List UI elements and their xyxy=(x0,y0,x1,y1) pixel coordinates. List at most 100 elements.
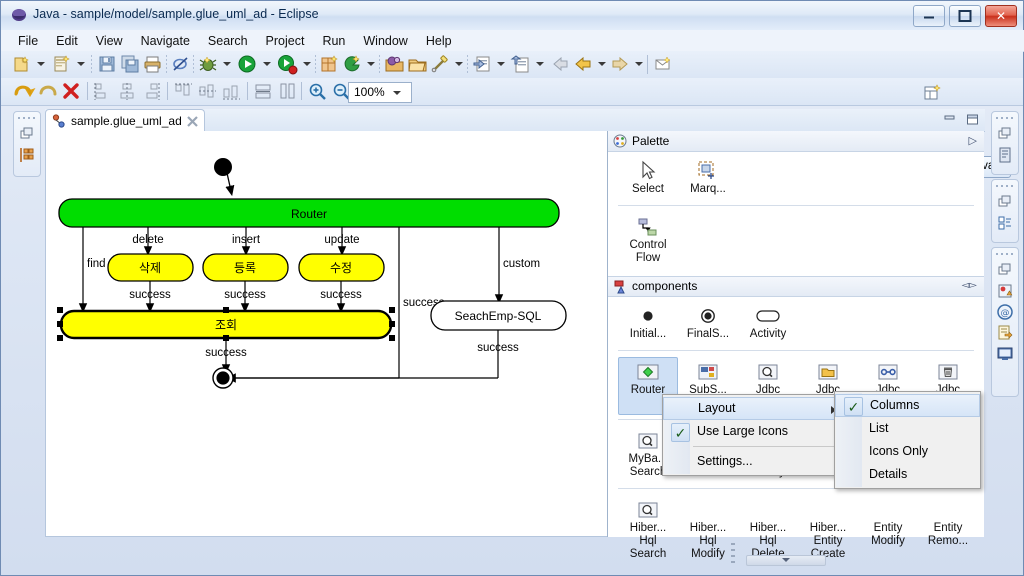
maximize-view-icon[interactable] xyxy=(966,113,979,126)
forward-dropdown[interactable] xyxy=(635,62,643,66)
menu-item-layout[interactable]: Layout xyxy=(663,397,845,420)
problems-view-icon[interactable] xyxy=(996,282,1014,300)
external-tools-dropdown[interactable] xyxy=(367,62,375,66)
palette-arrow-icon[interactable]: ▷ xyxy=(969,134,977,147)
run-icon[interactable] xyxy=(237,54,258,75)
restore-view-icon[interactable] xyxy=(996,193,1014,211)
align-left-icon[interactable] xyxy=(93,81,114,102)
next-annotation-icon[interactable] xyxy=(472,54,493,75)
restore-button[interactable] xyxy=(949,5,981,27)
menu-window[interactable]: Window xyxy=(354,32,416,50)
submenu-item-list[interactable]: List xyxy=(835,417,980,440)
editor-tab-sample-glue-uml-ad[interactable]: sample.glue_uml_ad xyxy=(45,109,205,132)
declaration-view-icon[interactable] xyxy=(996,324,1014,342)
submenu-item-details[interactable]: Details xyxy=(835,463,980,486)
rail-drag-handle-3[interactable] xyxy=(996,250,1014,258)
restore-view-icon[interactable] xyxy=(996,125,1014,143)
debug-icon[interactable] xyxy=(198,54,219,75)
open-perspective-icon[interactable] xyxy=(922,83,943,104)
align-top-icon[interactable] xyxy=(173,81,194,102)
initial-node[interactable] xyxy=(214,158,232,176)
debug-dropdown[interactable] xyxy=(223,62,231,66)
rail-drag-handle[interactable] xyxy=(18,114,36,122)
save-icon[interactable] xyxy=(97,54,118,75)
align-right-icon[interactable] xyxy=(141,81,162,102)
back-active-icon[interactable] xyxy=(573,54,594,75)
save-all-icon[interactable] xyxy=(120,54,141,75)
submenu-item-columns[interactable]: ✓ Columns xyxy=(835,394,980,417)
search-icon[interactable] xyxy=(430,54,451,75)
diagram-canvas[interactable]: Router find delete insert update success… xyxy=(45,131,984,566)
properties-view-icon[interactable] xyxy=(996,214,1014,232)
new-wizard-icon[interactable] xyxy=(11,54,32,75)
match-width-icon[interactable] xyxy=(253,81,274,102)
console-view-icon[interactable] xyxy=(996,345,1014,363)
rail-drag-handle-2[interactable] xyxy=(996,182,1014,190)
palette-item-hibernate-hql-search[interactable]: Hiber... Hql Search xyxy=(618,495,678,566)
new-window-icon[interactable] xyxy=(319,54,340,75)
status-bar-drag-handle[interactable] xyxy=(731,543,735,565)
menu-view[interactable]: View xyxy=(87,32,132,50)
javadoc-view-icon[interactable]: @ xyxy=(996,303,1014,321)
forward-icon[interactable] xyxy=(610,54,631,75)
new-class-dropdown[interactable] xyxy=(77,62,85,66)
palette-item-hibernate-entity-modify[interactable]: Entity Modify xyxy=(858,495,918,566)
zoom-level-combo[interactable]: 100% xyxy=(348,82,412,103)
palette-tool-control-flow[interactable]: Control Flow xyxy=(618,212,678,270)
menu-item-use-large-icons[interactable]: ✓ Use Large Icons xyxy=(663,420,845,443)
new-email-icon[interactable] xyxy=(653,54,674,75)
close-tab-icon[interactable] xyxy=(186,115,198,127)
package-explorer-icon[interactable] xyxy=(18,146,36,164)
coverage-dropdown[interactable] xyxy=(303,62,311,66)
toggle-breakpoint-icon[interactable] xyxy=(171,54,192,75)
close-button[interactable]: ✕ xyxy=(985,5,1017,27)
next-annotation-dropdown[interactable] xyxy=(497,62,505,66)
palette-group-components-header[interactable]: components ◅▻ xyxy=(608,276,984,297)
final-node[interactable] xyxy=(212,367,234,389)
open-resource-icon[interactable] xyxy=(407,54,428,75)
restore-view-icon[interactable] xyxy=(18,125,36,143)
pin-icon[interactable]: ◅▻ xyxy=(962,280,977,291)
previous-annotation-dropdown[interactable] xyxy=(536,62,544,66)
undo-icon[interactable] xyxy=(13,81,36,102)
palette-scroll-down-button[interactable] xyxy=(746,555,826,566)
palette-tool-marquee[interactable]: Marq... xyxy=(678,156,738,201)
external-tools-icon[interactable] xyxy=(342,54,363,75)
minimize-button[interactable] xyxy=(913,5,945,27)
run-coverage-icon[interactable] xyxy=(277,54,298,75)
palette-tool-select[interactable]: Select xyxy=(618,156,678,201)
redo-icon[interactable] xyxy=(37,81,58,102)
palette-item-initial-node[interactable]: Initial... xyxy=(618,301,678,346)
previous-annotation-icon[interactable] xyxy=(510,54,532,75)
search-dropdown[interactable] xyxy=(455,62,463,66)
align-bottom-icon[interactable] xyxy=(221,81,242,102)
run-dropdown[interactable] xyxy=(263,62,271,66)
submenu-item-icons-only[interactable]: Icons Only xyxy=(835,440,980,463)
back-icon[interactable] xyxy=(550,54,571,75)
menu-navigate[interactable]: Navigate xyxy=(132,32,199,50)
menu-search[interactable]: Search xyxy=(199,32,257,50)
back-dropdown[interactable] xyxy=(598,62,606,66)
restore-view-icon[interactable] xyxy=(996,261,1014,279)
delete-icon[interactable] xyxy=(61,81,82,102)
menu-project[interactable]: Project xyxy=(257,32,314,50)
menu-help[interactable]: Help xyxy=(417,32,461,50)
rail-drag-handle-1[interactable] xyxy=(996,114,1014,122)
menu-edit[interactable]: Edit xyxy=(47,32,87,50)
align-center-icon[interactable] xyxy=(117,81,138,102)
new-wizard-dropdown[interactable] xyxy=(37,62,45,66)
outline-view-icon[interactable] xyxy=(996,146,1014,164)
menu-file[interactable]: File xyxy=(9,32,47,50)
palette-item-hibernate-hql-modify[interactable]: Hiber... Hql Modify xyxy=(678,495,738,566)
palette-item-final-node[interactable]: FinalS... xyxy=(678,301,738,346)
align-middle-icon[interactable] xyxy=(197,81,218,102)
menu-item-settings[interactable]: Settings... xyxy=(663,450,845,473)
print-icon[interactable] xyxy=(142,54,163,75)
menu-run[interactable]: Run xyxy=(313,32,354,50)
minimize-view-icon[interactable] xyxy=(943,113,956,126)
new-java-class-icon[interactable] xyxy=(51,54,72,75)
palette-item-activity[interactable]: Activity xyxy=(738,301,798,346)
match-height-icon[interactable] xyxy=(277,81,298,102)
palette-item-hibernate-entity-remove[interactable]: Entity Remo... xyxy=(918,495,978,566)
open-type-icon[interactable] xyxy=(384,54,405,75)
